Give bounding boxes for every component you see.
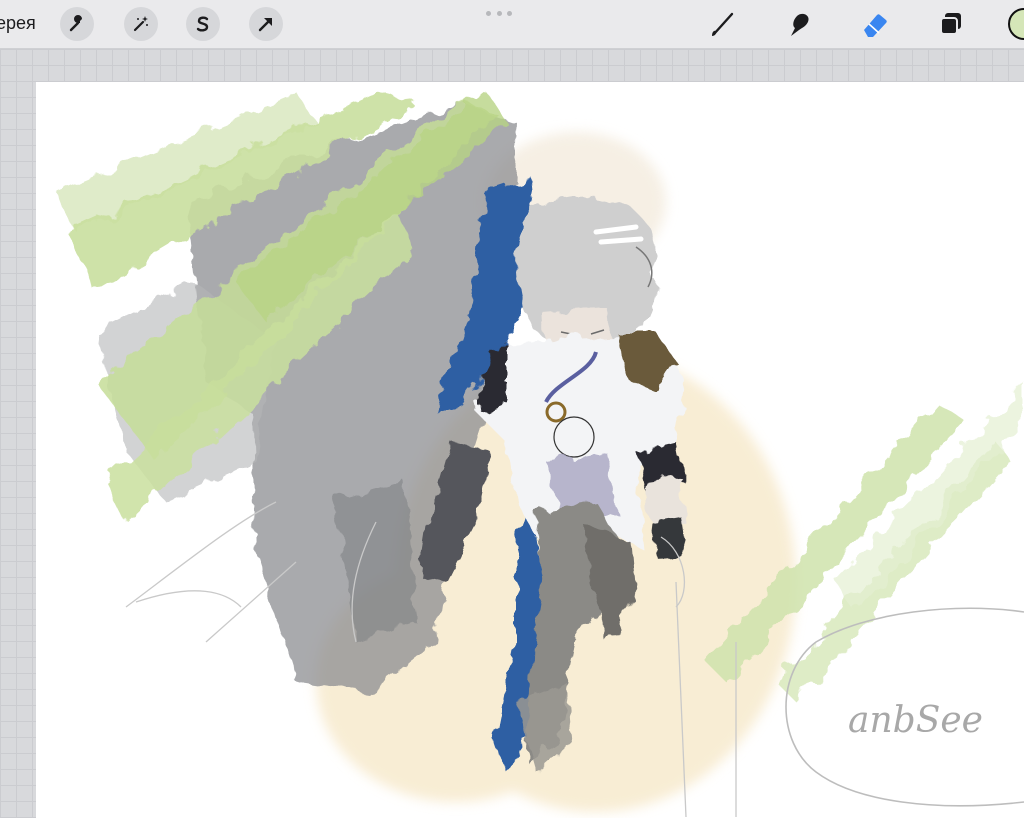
selection-s-icon (196, 16, 209, 32)
top-toolbar: ерея (0, 0, 1024, 49)
actions-button[interactable] (60, 7, 94, 41)
adjustments-button[interactable] (124, 7, 158, 41)
layers-icon (940, 13, 961, 35)
wrench-icon (69, 15, 82, 32)
brush-tool-button[interactable] (705, 6, 741, 42)
magic-wand-icon (133, 16, 148, 32)
speech-bubble-sketch: anbSee (785, 607, 1024, 807)
arrow-cursor-icon (258, 18, 272, 32)
gallery-button[interactable]: ерея (0, 13, 36, 34)
color-picker-button[interactable] (1008, 8, 1024, 40)
eraser-icon (864, 14, 887, 37)
eraser-tool-button[interactable] (857, 6, 893, 42)
artwork: anbSee (56, 92, 1024, 818)
brush-icon (712, 12, 734, 36)
smudge-finger-icon (791, 13, 809, 36)
layers-button[interactable] (933, 6, 969, 42)
transform-button[interactable] (249, 7, 283, 41)
grab-handle[interactable] (486, 11, 512, 17)
sketch-text: anbSee (848, 700, 983, 741)
smudge-tool-button[interactable] (781, 6, 817, 42)
drawing-canvas[interactable]: anbSee (36, 82, 1024, 818)
selection-button[interactable] (186, 7, 220, 41)
